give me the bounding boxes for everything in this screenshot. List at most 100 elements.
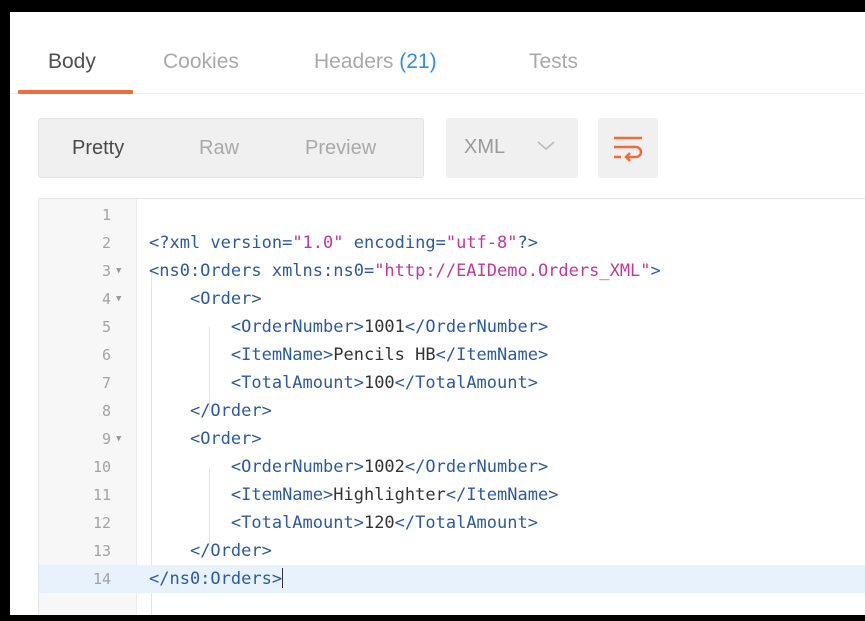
fold-toggle-icon[interactable]: ▼ bbox=[116, 257, 121, 285]
language-value: XML bbox=[464, 136, 506, 158]
code-text: </ns0:Orders> bbox=[149, 565, 284, 593]
code-token-tag: <Order> bbox=[189, 429, 262, 449]
code-line[interactable]: 5 <OrderNumber>1001</OrderNumber> bbox=[39, 313, 865, 341]
code-line[interactable]: 12 <TotalAmount>120</TotalAmount> bbox=[39, 509, 865, 537]
code-token-tag: </Order> bbox=[189, 401, 272, 421]
code-line[interactable]: 2 <?xml version="1.0" encoding="utf-8"?> bbox=[39, 229, 865, 257]
raw-button[interactable]: Raw bbox=[199, 137, 239, 160]
chevron-down-icon bbox=[537, 141, 555, 151]
code-token-tag: </ns0:Orders> bbox=[149, 569, 283, 589]
code-token-tag: <Order> bbox=[189, 289, 262, 309]
code-text: <Order> bbox=[149, 425, 262, 453]
code-token-str: "utf-8" bbox=[445, 233, 518, 253]
response-tabs: Body Cookies Headers (21) Tests bbox=[10, 12, 865, 94]
code-line[interactable]: 6 <ItemName>Pencils HB</ItemName> bbox=[39, 341, 865, 369]
active-tab-indicator bbox=[18, 90, 133, 94]
line-number: 1 bbox=[101, 206, 111, 224]
code-line[interactable]: 4 ▼ <Order> bbox=[39, 285, 865, 313]
code-token-str: "1.0" bbox=[292, 233, 344, 253]
line-number: 12 bbox=[92, 514, 111, 532]
line-number: 3 bbox=[101, 262, 111, 280]
line-number: 2 bbox=[101, 234, 111, 252]
code-token-tag: <ns0:Orders bbox=[149, 261, 272, 281]
code-token-tag: <TotalAmount> bbox=[230, 513, 364, 533]
line-number: 4 bbox=[101, 290, 111, 308]
code-token-tag: <ItemName> bbox=[230, 345, 334, 365]
code-editor[interactable]: 1 2 <?xml version="1.0" encoding="utf-8"?>… bbox=[38, 198, 865, 615]
code-token-str: "http://EAIDemo.Orders_XML" bbox=[374, 261, 651, 281]
code-line[interactable]: 8 </Order> bbox=[39, 397, 865, 425]
code-line[interactable]: 11 <ItemName>Highlighter</ItemName> bbox=[39, 481, 865, 509]
code-token-tag: <OrderNumber> bbox=[230, 317, 364, 337]
tab-label: Body bbox=[48, 50, 96, 73]
code-text: <OrderNumber>1001</OrderNumber> bbox=[149, 313, 548, 341]
code-text: <TotalAmount>120</TotalAmount> bbox=[149, 509, 538, 537]
code-token-txt: 120 bbox=[363, 513, 395, 533]
code-token-txt: 100 bbox=[363, 373, 395, 393]
code-token-attr: xmlns:ns0= bbox=[271, 261, 375, 281]
line-number: 11 bbox=[92, 486, 111, 504]
tab-headers[interactable]: Headers (21) bbox=[314, 50, 437, 74]
tab-tests[interactable]: Tests bbox=[529, 50, 578, 74]
line-number: 10 bbox=[92, 458, 111, 476]
code-line[interactable]: 13 </Order> bbox=[39, 537, 865, 565]
code-line[interactable]: 7 <TotalAmount>100</TotalAmount> bbox=[39, 369, 865, 397]
line-number: 5 bbox=[101, 318, 111, 336]
line-number: 6 bbox=[101, 346, 111, 364]
code-token-txt: 1001 bbox=[363, 317, 405, 337]
code-token-txt: Pencils HB bbox=[333, 345, 436, 365]
code-line[interactable]: 3 ▼ <ns0:Orders xmlns:ns0="http://EAIDemo.… bbox=[39, 257, 865, 285]
tab-label: Cookies bbox=[163, 50, 239, 73]
line-number: 7 bbox=[101, 374, 111, 392]
code-line[interactable]: 14 </ns0:Orders> bbox=[39, 565, 865, 593]
code-text: <TotalAmount>100</TotalAmount> bbox=[149, 369, 538, 397]
code-line[interactable]: 9 ▼ <Order> bbox=[39, 425, 865, 453]
fold-toggle-icon[interactable]: ▼ bbox=[116, 285, 121, 313]
code-token-txt: 1002 bbox=[363, 457, 405, 477]
code-text: <ItemName>Pencils HB</ItemName> bbox=[149, 341, 548, 369]
code-text: <ns0:Orders xmlns:ns0="http://EAIDemo.Or… bbox=[149, 257, 661, 285]
code-text: </Order> bbox=[149, 397, 272, 425]
code-token-attr: version= bbox=[210, 233, 293, 253]
code-token-txt: Highlighter bbox=[333, 485, 446, 505]
code-token-tag: ?> bbox=[517, 233, 538, 253]
code-text: </Order> bbox=[149, 537, 272, 565]
code-line[interactable]: 10 <OrderNumber>1002</OrderNumber> bbox=[39, 453, 865, 481]
wrap-lines-button[interactable] bbox=[598, 118, 658, 178]
line-number: 14 bbox=[92, 570, 111, 588]
code-token-tag: </Order> bbox=[189, 541, 272, 561]
code-token-attr: encoding= bbox=[343, 233, 446, 253]
code-token-tag: </ItemName> bbox=[445, 485, 559, 505]
text-cursor bbox=[282, 568, 284, 588]
code-token-tag: <?xml bbox=[149, 233, 211, 253]
code-token-tag: </OrderNumber> bbox=[404, 457, 549, 477]
wrap-lines-icon bbox=[614, 136, 643, 162]
language-select[interactable]: XML bbox=[446, 118, 578, 178]
tab-body[interactable]: Body bbox=[48, 50, 96, 74]
code-line[interactable]: 1 bbox=[39, 201, 865, 229]
format-button-group: Pretty Raw Preview bbox=[38, 118, 424, 178]
line-number: 13 bbox=[92, 542, 111, 560]
code-token-tag: <ItemName> bbox=[230, 485, 334, 505]
fold-toggle-icon[interactable]: ▼ bbox=[116, 425, 121, 453]
headers-count-badge: (21) bbox=[399, 50, 437, 73]
code-token-tag: </OrderNumber> bbox=[404, 317, 549, 337]
code-token-tag: <OrderNumber> bbox=[230, 457, 364, 477]
tab-cookies[interactable]: Cookies bbox=[163, 50, 239, 74]
preview-button[interactable]: Preview bbox=[305, 137, 376, 160]
tab-label: Headers bbox=[314, 50, 394, 73]
code-token-tag: </TotalAmount> bbox=[394, 513, 538, 533]
code-token-tag: > bbox=[650, 261, 661, 281]
response-panel: Body Cookies Headers (21) Tests Pretty R… bbox=[10, 12, 865, 615]
code-text: <Order> bbox=[149, 285, 262, 313]
code-token-tag: <TotalAmount> bbox=[230, 373, 364, 393]
pretty-button[interactable]: Pretty bbox=[72, 137, 124, 160]
